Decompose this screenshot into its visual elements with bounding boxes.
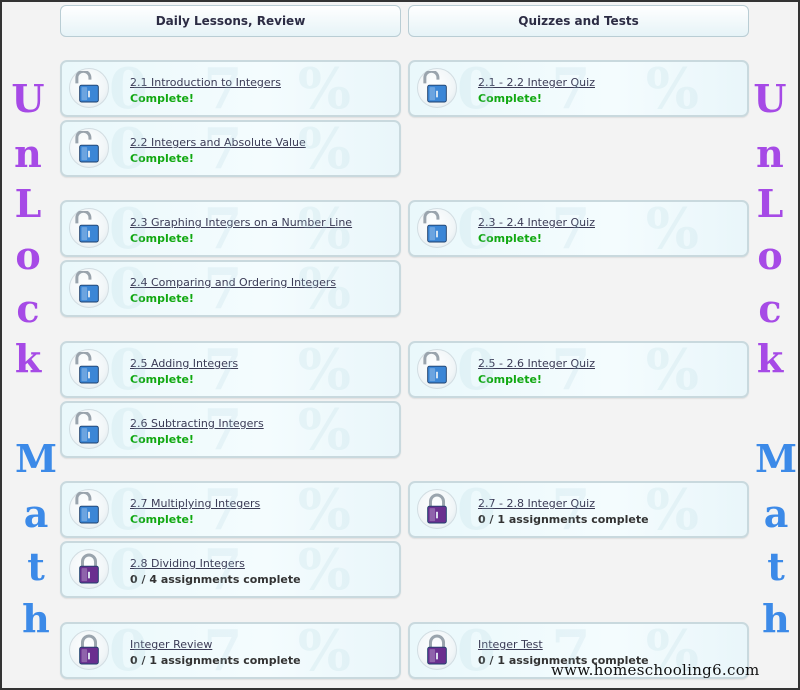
lesson-status: Complete! [130,232,194,245]
lesson-card[interactable]: 2.4 Comparing and Ordering Integers Compl… [60,260,401,317]
right-math-letter: M [754,436,798,481]
lesson-status: Complete! [130,92,194,105]
quiz-card[interactable]: 2.7 - 2.8 Integer Quiz 0 / 1 assignments … [408,481,749,538]
left-math-letter: h [22,596,50,641]
lesson-status: Complete! [130,292,194,305]
unlocked-padlock-icon [69,409,109,449]
quiz-status: Complete! [478,92,542,105]
left-math-letter: t [27,544,45,589]
lesson-title-link[interactable]: 2.4 Comparing and Ordering Integers [130,276,336,289]
lesson-title-link[interactable]: 2.7 Multiplying Integers [130,497,260,510]
quiz-card[interactable]: 2.5 - 2.6 Integer Quiz Complete! [408,341,749,398]
unlocked-padlock-icon [417,349,457,389]
lesson-title-link[interactable]: 2.5 Adding Integers [130,357,238,370]
quizzes-column-header: Quizzes and Tests [408,5,749,37]
right-unlock-letter: L [756,181,784,226]
lesson-card[interactable]: Integer Review 0 / 1 assignments complete [60,622,401,679]
unlocked-padlock-icon [69,489,109,529]
quiz-title-link[interactable]: 2.7 - 2.8 Integer Quiz [478,497,595,510]
right-unlock-letter: U [753,76,787,121]
locked-padlock-icon [417,489,457,529]
unlocked-padlock-icon [417,208,457,248]
lesson-status: Complete! [130,433,194,446]
quiz-status: Complete! [478,373,542,386]
right-unlock-letter: k [756,336,784,381]
unlocked-padlock-icon [69,128,109,168]
left-unlock-letter: n [14,131,42,176]
quiz-title-link[interactable]: 2.5 - 2.6 Integer Quiz [478,357,595,370]
site-watermark: www.homeschooling6.com [551,661,760,679]
quiz-title-link[interactable]: 2.1 - 2.2 Integer Quiz [478,76,595,89]
lessons-header-label: Daily Lessons, Review [155,14,306,28]
lessons-column-header: Daily Lessons, Review [60,5,401,37]
quiz-status: 0 / 1 assignments complete [478,513,649,526]
quiz-card[interactable]: 2.1 - 2.2 Integer Quiz Complete! [408,60,749,117]
lesson-status: Complete! [130,152,194,165]
left-unlock-letter: U [11,76,45,121]
lesson-card[interactable]: 2.5 Adding Integers Complete! [60,341,401,398]
lesson-card[interactable]: 2.3 Graphing Integers on a Number Line Co… [60,200,401,257]
left-math-letter: M [14,436,58,481]
left-unlock-letter: o [15,233,41,278]
locked-padlock-icon [69,549,109,589]
lesson-title-link[interactable]: 2.3 Graphing Integers on a Number Line [130,216,352,229]
lesson-title-link[interactable]: 2.1 Introduction to Integers [130,76,281,89]
lesson-status: Complete! [130,513,194,526]
lesson-card[interactable]: 2.6 Subtracting Integers Complete! [60,401,401,458]
left-unlock-letter: c [16,286,40,331]
lesson-title-link[interactable]: Integer Review [130,638,212,651]
lesson-status: 0 / 4 assignments complete [130,573,301,586]
right-math-letter: h [762,596,790,641]
quiz-title-link[interactable]: 2.3 - 2.4 Integer Quiz [478,216,595,229]
quiz-title-link[interactable]: Integer Test [478,638,543,651]
quizzes-header-label: Quizzes and Tests [518,14,639,28]
left-unlock-letter: L [14,181,42,226]
left-unlock-letter: k [14,336,42,381]
lesson-title-link[interactable]: 2.6 Subtracting Integers [130,417,264,430]
right-unlock-letter: o [757,233,783,278]
locked-padlock-icon [69,630,109,670]
unlocked-padlock-icon [69,68,109,108]
right-unlock-letter: n [756,131,784,176]
locked-padlock-icon [417,630,457,670]
quiz-status: Complete! [478,232,542,245]
unlocked-padlock-icon [69,208,109,248]
right-unlock-letter: c [758,286,782,331]
lesson-status: Complete! [130,373,194,386]
unlocked-padlock-icon [69,349,109,389]
lesson-title-link[interactable]: 2.2 Integers and Absolute Value [130,136,306,149]
lesson-card[interactable]: 2.7 Multiplying Integers Complete! [60,481,401,538]
lesson-card[interactable]: 2.8 Dividing Integers 0 / 4 assignments c… [60,541,401,598]
lesson-card[interactable]: 2.1 Introduction to Integers Complete! [60,60,401,117]
unlocked-padlock-icon [417,68,457,108]
lesson-card[interactable]: 2.2 Integers and Absolute Value Complete! [60,120,401,177]
left-math-letter: a [23,491,49,536]
right-math-letter: t [767,544,785,589]
lesson-title-link[interactable]: 2.8 Dividing Integers [130,557,245,570]
right-math-letter: a [763,491,789,536]
unlocked-padlock-icon [69,268,109,308]
lesson-status: 0 / 1 assignments complete [130,654,301,667]
quiz-card[interactable]: 2.3 - 2.4 Integer Quiz Complete! [408,200,749,257]
